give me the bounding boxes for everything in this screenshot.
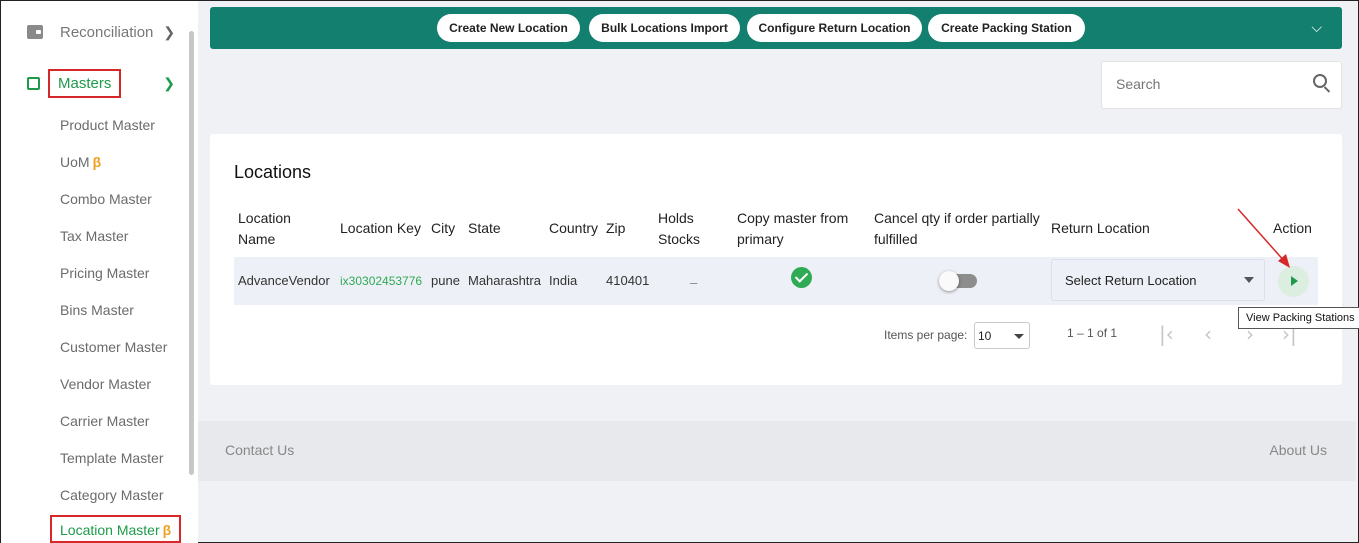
check-circle-icon xyxy=(791,267,812,288)
header-city: City xyxy=(431,220,456,236)
sidebar-item-category-master[interactable]: Category Master xyxy=(60,487,163,503)
sidebar-scrollbar[interactable] xyxy=(189,31,194,475)
cell-holds-stocks: _ xyxy=(690,270,698,285)
note-icon xyxy=(27,76,40,90)
cell-city: pune xyxy=(431,273,460,288)
page-title: Locations xyxy=(234,162,312,182)
footer: Contact Us About Us xyxy=(198,421,1356,481)
create-new-location-button[interactable]: Create New Location xyxy=(437,14,580,42)
cell-state: Maharashtra xyxy=(468,273,541,288)
sidebar-item-product-master[interactable]: Product Master xyxy=(60,117,155,133)
items-per-page-value: 10 xyxy=(978,329,992,343)
sidebar-item-label: Tax Master xyxy=(60,228,129,244)
chevron-down-icon[interactable]: ⌵ xyxy=(1311,19,1322,36)
tooltip: View Packing Stations xyxy=(1238,307,1359,329)
sidebar-item-label: Template Master xyxy=(60,450,164,466)
header-copy-master: Copy master from primary xyxy=(737,210,849,247)
sidebar-item-tax-master[interactable]: Tax Master xyxy=(60,228,128,244)
chevron-right-icon: ❯ xyxy=(163,74,175,91)
search-input[interactable] xyxy=(1116,76,1296,92)
cancel-qty-toggle[interactable] xyxy=(939,271,977,291)
sidebar-item-label: Bins Master xyxy=(60,302,134,318)
return-location-select-value: Select Return Location xyxy=(1065,273,1197,288)
configure-return-location-button[interactable]: Configure Return Location xyxy=(747,14,922,42)
beta-badge: β xyxy=(162,522,172,538)
sidebar-item-pricing-master[interactable]: Pricing Master xyxy=(60,265,149,281)
bulk-locations-import-button[interactable]: Bulk Locations Import xyxy=(589,14,740,42)
sidebar-item-label: Vendor Master xyxy=(60,376,152,392)
cell-location-name: AdvanceVendor xyxy=(238,273,330,288)
sidebar-item-customer-master[interactable]: Customer Master xyxy=(60,339,167,355)
contact-us-link[interactable]: Contact Us xyxy=(225,442,294,458)
sidebar-item-uom[interactable]: UoM β xyxy=(60,154,101,170)
about-us-link[interactable]: About Us xyxy=(1269,442,1327,458)
caret-down-icon xyxy=(1014,334,1024,339)
sidebar-item-label: Location Master xyxy=(60,522,160,538)
header-country: Country xyxy=(549,220,599,236)
sidebar-item-label: UoM xyxy=(60,154,90,170)
sidebar-item-location-master[interactable]: Location Master β xyxy=(50,515,182,543)
sidebar-item-label: Product Master xyxy=(60,117,155,133)
annotation-arrow xyxy=(1237,208,1290,268)
sidebar-item-label: Combo Master xyxy=(60,191,152,207)
header-return-location: Return Location xyxy=(1051,220,1150,236)
locations-card: Locations Location Name Location Key Cit… xyxy=(210,134,1342,385)
cell-zip: 410401 xyxy=(606,273,650,288)
sidebar-item-label: Customer Master xyxy=(60,339,168,355)
first-page-icon[interactable]: |‹ xyxy=(1159,322,1174,346)
header-state: State xyxy=(468,220,501,236)
sidebar-item-reconciliation[interactable]: Reconciliation ❯ xyxy=(27,19,187,45)
header-holds-stocks: Holds Stocks xyxy=(658,210,701,247)
sidebar-item-vendor-master[interactable]: Vendor Master xyxy=(60,376,151,392)
sidebar-item-bins-master[interactable]: Bins Master xyxy=(60,302,134,318)
wallet-icon xyxy=(27,25,43,39)
action-bar: Create New Location Bulk Locations Impor… xyxy=(210,7,1342,49)
header-zip: Zip xyxy=(606,220,626,236)
header-cancel-qty: Cancel qty if order partially fulfilled xyxy=(874,210,1040,247)
sidebar-item-combo-master[interactable]: Combo Master xyxy=(60,191,152,207)
beta-badge: β xyxy=(92,154,102,170)
sidebar-item-label: Pricing Master xyxy=(60,265,150,281)
sidebar-item-label: Carrier Master xyxy=(60,413,150,429)
sidebar-item-label: Category Master xyxy=(60,487,164,503)
cell-location-key[interactable]: ix30302453776 xyxy=(340,274,422,288)
search-box[interactable] xyxy=(1101,61,1342,109)
sidebar: Reconciliation ❯ Masters ❯ Product Maste… xyxy=(1,1,198,543)
pagination-range: 1 – 1 of 1 xyxy=(1067,326,1118,340)
header-location-name: Location Name xyxy=(238,210,291,247)
items-per-page-select[interactable]: 10 xyxy=(974,322,1030,349)
sidebar-item-label: Masters xyxy=(48,68,122,98)
chevron-right-icon: ❯ xyxy=(163,23,176,40)
previous-page-icon[interactable]: ‹ xyxy=(1204,322,1212,346)
search-icon[interactable] xyxy=(1313,74,1327,88)
sidebar-item-masters[interactable]: Masters ❯ xyxy=(27,68,187,98)
sidebar-item-template-master[interactable]: Template Master xyxy=(60,450,163,466)
create-packing-station-button[interactable]: Create Packing Station xyxy=(928,14,1085,42)
cell-country: India xyxy=(549,273,578,288)
sidebar-item-label: Reconciliation xyxy=(60,23,154,41)
sidebar-item-carrier-master[interactable]: Carrier Master xyxy=(60,413,149,429)
header-location-key: Location Key xyxy=(340,220,421,236)
items-per-page-label: Items per page: xyxy=(884,328,968,342)
